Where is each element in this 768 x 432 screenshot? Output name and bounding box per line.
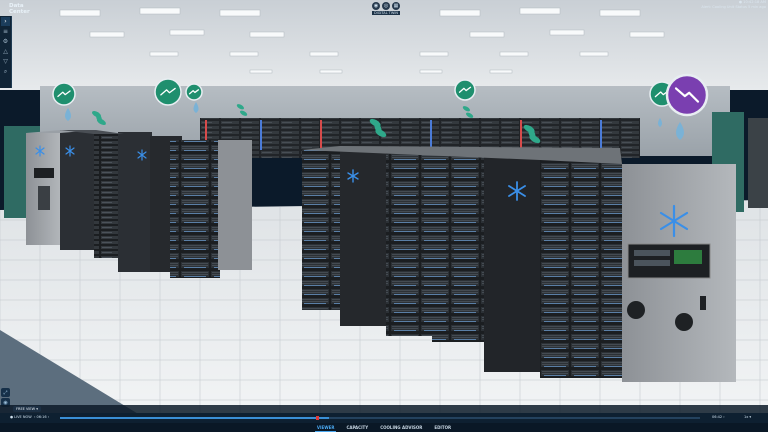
camera-icon[interactable]: ◉: [372, 2, 380, 10]
view-mode-label[interactable]: DIGITAL TWIN: [371, 11, 401, 15]
trend-up-icon[interactable]: [154, 78, 182, 106]
search-icon[interactable]: ⌕: [1, 67, 10, 76]
chevron-right-icon[interactable]: ›: [1, 17, 10, 26]
view-toolbar: ◉ ◎ ▦ DIGITAL TWIN: [368, 2, 404, 18]
trend-up-icon[interactable]: [454, 79, 476, 101]
trend-down-icon[interactable]: [665, 73, 709, 117]
status-readout: ● 10:42:18 AM Alert: Cooling Unit Status…: [690, 0, 766, 10]
gear-icon[interactable]: ⚙: [1, 37, 10, 46]
grid-icon[interactable]: ▦: [392, 2, 400, 10]
timeline-start[interactable]: ‹ 06:16 ›: [34, 415, 49, 419]
timeline-bar: ● LIVE NOW ‹ 06:16 › 06:42 › 1x ▾: [0, 413, 768, 423]
filter-icon[interactable]: ▽: [1, 57, 10, 66]
timeline-handle[interactable]: [316, 416, 319, 420]
status-alert[interactable]: Alert: Cooling Unit Status 5 min ago: [690, 5, 766, 10]
timeline-header: [0, 405, 768, 413]
fullscreen-icon[interactable]: ⤢: [1, 388, 10, 397]
timeline-track[interactable]: [60, 416, 700, 420]
datacenter-3d-viewport[interactable]: [0, 0, 768, 432]
bottom-tabs: VIEWER CAPACITY COOLING ADVISOR EDITOR: [0, 423, 768, 432]
logo-line2: Center: [9, 8, 30, 15]
left-sidebar: › ≡ ⚙ △ ▽ ⌕: [0, 16, 12, 88]
tab-editor[interactable]: EDITOR: [432, 423, 453, 432]
camera-mode-dropdown[interactable]: FREE VIEW ▾: [13, 406, 41, 412]
tab-cooling-advisor[interactable]: COOLING ADVISOR: [378, 423, 424, 432]
trend-up-icon[interactable]: [185, 83, 203, 101]
timeline-end[interactable]: 06:42 ›: [712, 415, 725, 419]
app-logo: Data Center: [9, 3, 39, 15]
target-icon[interactable]: ◎: [382, 2, 390, 10]
tab-viewer[interactable]: VIEWER: [314, 423, 337, 432]
layers-icon[interactable]: ≡: [1, 27, 10, 36]
alert-icon[interactable]: △: [1, 47, 10, 56]
playback-rate[interactable]: 1x ▾: [744, 415, 751, 419]
live-now-button[interactable]: ● LIVE NOW: [10, 415, 32, 419]
timeline-progress: [60, 417, 329, 419]
tab-capacity[interactable]: CAPACITY: [344, 423, 370, 432]
trend-up-icon[interactable]: [52, 82, 76, 106]
